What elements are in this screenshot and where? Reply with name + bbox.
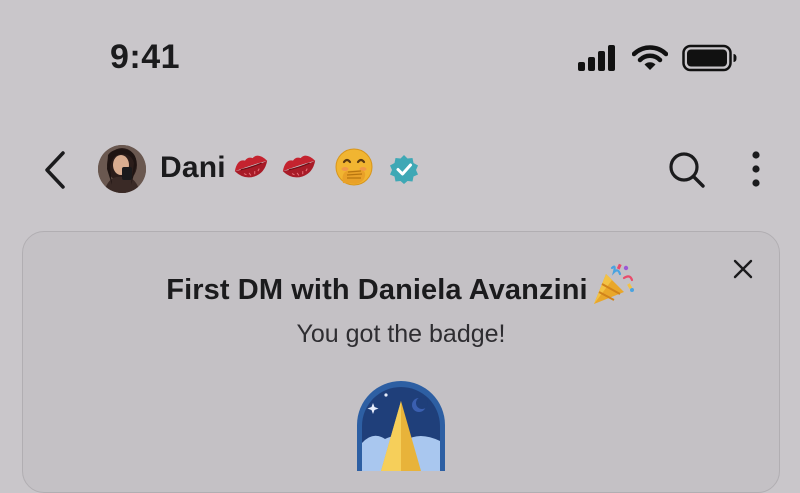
card-subtitle: You got the badge! — [296, 320, 506, 348]
kiss-mark-icon — [280, 151, 318, 186]
avatar[interactable] — [98, 145, 146, 193]
badge-icon — [353, 381, 449, 476]
status-icons — [578, 44, 738, 72]
face-hand-over-mouth-icon — [334, 147, 374, 192]
verified-badge-icon — [389, 154, 419, 189]
chevron-left-icon[interactable] — [42, 150, 68, 195]
card-title: First DM with Daniela Avanzini — [166, 274, 588, 306]
cellular-signal-icon — [578, 45, 618, 71]
contact-name[interactable]: Dani — [160, 151, 226, 185]
badge-card: First DM with Daniela Avanzini You got t… — [22, 231, 780, 493]
battery-icon — [682, 44, 738, 72]
search-icon[interactable] — [667, 150, 707, 195]
card-title-row: First DM with Daniela Avanzini — [23, 263, 779, 313]
wifi-icon — [632, 44, 668, 72]
kiss-mark-icon — [232, 151, 270, 186]
party-popper-icon — [590, 262, 636, 313]
more-vertical-icon[interactable] — [744, 150, 768, 195]
status-time: 9:41 — [110, 38, 181, 76]
